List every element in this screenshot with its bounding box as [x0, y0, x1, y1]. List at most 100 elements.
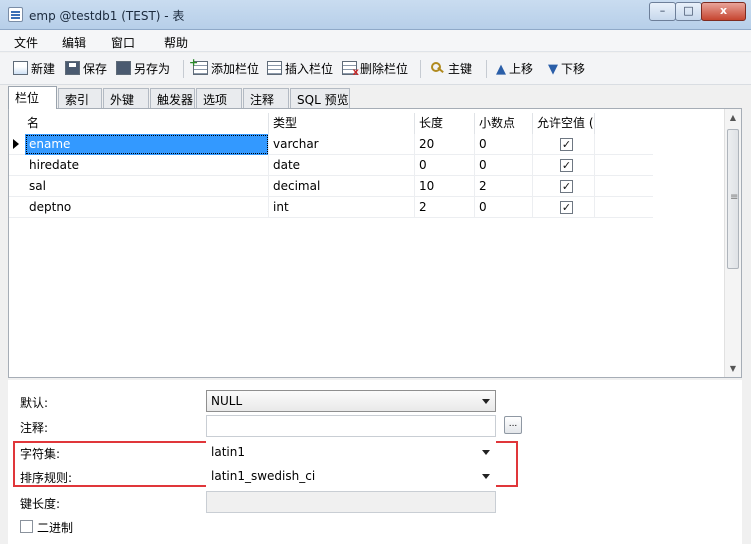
field-length-cell[interactable]: 10 [415, 176, 475, 197]
field-name-cell[interactable]: hiredate [25, 155, 269, 176]
field-name-cell[interactable]: ename [25, 134, 269, 155]
nullable-checkbox[interactable]: ✓ [560, 138, 573, 151]
delete-column-button[interactable]: 删除栏位 [342, 60, 408, 78]
comment-label: 注释: [20, 421, 49, 435]
field-decimals-cell[interactable]: 0 [475, 134, 533, 155]
vertical-scrollbar[interactable]: ▲ ▼ [724, 109, 741, 377]
maximize-button[interactable]: □ [675, 2, 702, 21]
insert-column-label: 插入栏位 [285, 62, 334, 76]
add-column-button[interactable]: 添加栏位 [189, 56, 260, 78]
field-name-cell[interactable]: sal [25, 176, 269, 197]
move-down-button[interactable]: ▼ 下移 [548, 60, 585, 78]
key-icon [430, 61, 445, 75]
field-length-cell[interactable]: 2 [415, 197, 475, 218]
column-header-decimals[interactable]: 小数点 [475, 113, 533, 134]
grid-header: 名 类型 长度 小数点 允许空值 ( [9, 113, 653, 134]
menu-window[interactable]: 窗口 [111, 34, 135, 51]
comment-input[interactable] [206, 415, 496, 437]
table-row[interactable]: ename varchar 20 0 ✓ [9, 134, 653, 155]
charset-select[interactable]: latin1 [206, 441, 496, 463]
menu-edit[interactable]: 编辑 [62, 34, 86, 51]
save-icon [65, 61, 80, 75]
collation-label: 排序规则: [20, 471, 73, 485]
primary-key-button[interactable]: 主键 [430, 60, 472, 78]
field-nullable-cell[interactable]: ✓ [533, 197, 595, 218]
field-decimals-cell[interactable]: 0 [475, 155, 533, 176]
field-length-cell[interactable]: 20 [415, 134, 475, 155]
table-row[interactable]: sal decimal 10 2 ✓ [9, 176, 653, 197]
field-nullable-cell[interactable]: ✓ [533, 176, 595, 197]
tab-foreign-keys[interactable]: 外键 [103, 88, 149, 108]
field-type-cell[interactable]: decimal [269, 176, 415, 197]
toolbar-separator [486, 60, 487, 78]
close-button[interactable]: x [701, 2, 746, 21]
nullable-checkbox[interactable]: ✓ [560, 159, 573, 172]
binary-checkbox[interactable] [20, 520, 33, 533]
move-up-label: 上移 [509, 62, 534, 76]
window-title-bar: emp @testdb1 (TEST) - 表 – □ x [0, 0, 751, 30]
save-button[interactable]: 保存 [65, 60, 107, 78]
field-type-cell[interactable]: date [269, 155, 415, 176]
column-header-length[interactable]: 长度 [415, 113, 475, 134]
column-header-name[interactable]: 名 [23, 113, 269, 134]
tab-indexes[interactable]: 索引 [58, 88, 102, 108]
field-decimals-cell[interactable]: 2 [475, 176, 533, 197]
move-up-button[interactable]: ▲ 上移 [496, 60, 533, 78]
save-as-label: 另存为 [134, 62, 171, 76]
insert-column-button[interactable]: 插入栏位 [267, 60, 333, 78]
field-nullable-cell[interactable]: ✓ [533, 155, 595, 176]
current-row-icon [9, 134, 23, 155]
toolbar-separator [420, 60, 421, 78]
new-icon [13, 61, 28, 75]
save-as-icon [116, 61, 131, 75]
menu-help[interactable]: 帮助 [164, 34, 188, 51]
charset-value: latin1 [211, 445, 245, 459]
new-label: 新建 [31, 62, 56, 76]
table-row[interactable]: hiredate date 0 0 ✓ [9, 155, 653, 176]
scroll-up-icon[interactable]: ▲ [725, 109, 741, 126]
scroll-thumb[interactable] [727, 129, 739, 269]
field-type-cell[interactable]: int [269, 197, 415, 218]
tab-fields[interactable]: 栏位 [8, 86, 57, 109]
dropdown-arrow-icon [482, 450, 490, 455]
comment-edit-button[interactable]: ... [504, 416, 522, 434]
field-properties-panel: 默认: NULL 注释: ... 字符集: latin1 排序规则: latin… [8, 380, 742, 544]
add-column-label: 添加栏位 [211, 62, 260, 76]
tab-comment[interactable]: 注释 [243, 88, 289, 108]
tab-sql-preview[interactable]: SQL 预览 [290, 88, 350, 108]
field-name-cell[interactable]: deptno [25, 197, 269, 218]
minimize-button[interactable]: – [649, 2, 676, 21]
field-type-cell[interactable]: varchar [269, 134, 415, 155]
key-length-input[interactable] [206, 491, 496, 513]
fields-grid: 名 类型 长度 小数点 允许空值 ( ename varchar 20 0 ✓ … [8, 108, 742, 378]
field-length-cell[interactable]: 0 [415, 155, 475, 176]
dropdown-arrow-icon [482, 399, 490, 404]
menu-file[interactable]: 文件 [14, 34, 38, 51]
nullable-checkbox[interactable]: ✓ [560, 201, 573, 214]
scroll-down-icon[interactable]: ▼ [725, 360, 741, 377]
toolbar-separator [183, 60, 184, 78]
nullable-checkbox[interactable]: ✓ [560, 180, 573, 193]
tab-strip: 栏位 索引 外键 触发器 选项 注释 SQL 预览 [0, 86, 751, 109]
binary-label: 二进制 [37, 521, 74, 535]
window-title: emp @testdb1 (TEST) - 表 [29, 9, 185, 23]
new-button[interactable]: 新建 [13, 60, 55, 78]
save-as-button[interactable]: 另存为 [116, 60, 170, 78]
row-indicator [9, 155, 23, 176]
field-nullable-cell[interactable]: ✓ [533, 134, 595, 155]
add-column-icon [189, 56, 208, 75]
tab-options[interactable]: 选项 [196, 88, 242, 108]
save-label: 保存 [83, 62, 108, 76]
toolbar: 新建 保存 另存为 添加栏位 插入栏位 删除栏位 主键 ▲上移 ▼下移 [0, 53, 751, 85]
default-select[interactable]: NULL [206, 390, 496, 412]
collation-value: latin1_swedish_ci [211, 469, 316, 483]
column-header-nullable[interactable]: 允许空值 ( [533, 113, 595, 134]
tab-triggers[interactable]: 触发器 [150, 88, 195, 108]
default-value: NULL [211, 394, 243, 408]
collation-select[interactable]: latin1_swedish_ci [206, 465, 496, 487]
field-decimals-cell[interactable]: 0 [475, 197, 533, 218]
column-header-type[interactable]: 类型 [269, 113, 415, 134]
table-row[interactable]: deptno int 2 0 ✓ [9, 197, 653, 218]
move-down-label: 下移 [561, 62, 586, 76]
dropdown-arrow-icon [482, 474, 490, 479]
